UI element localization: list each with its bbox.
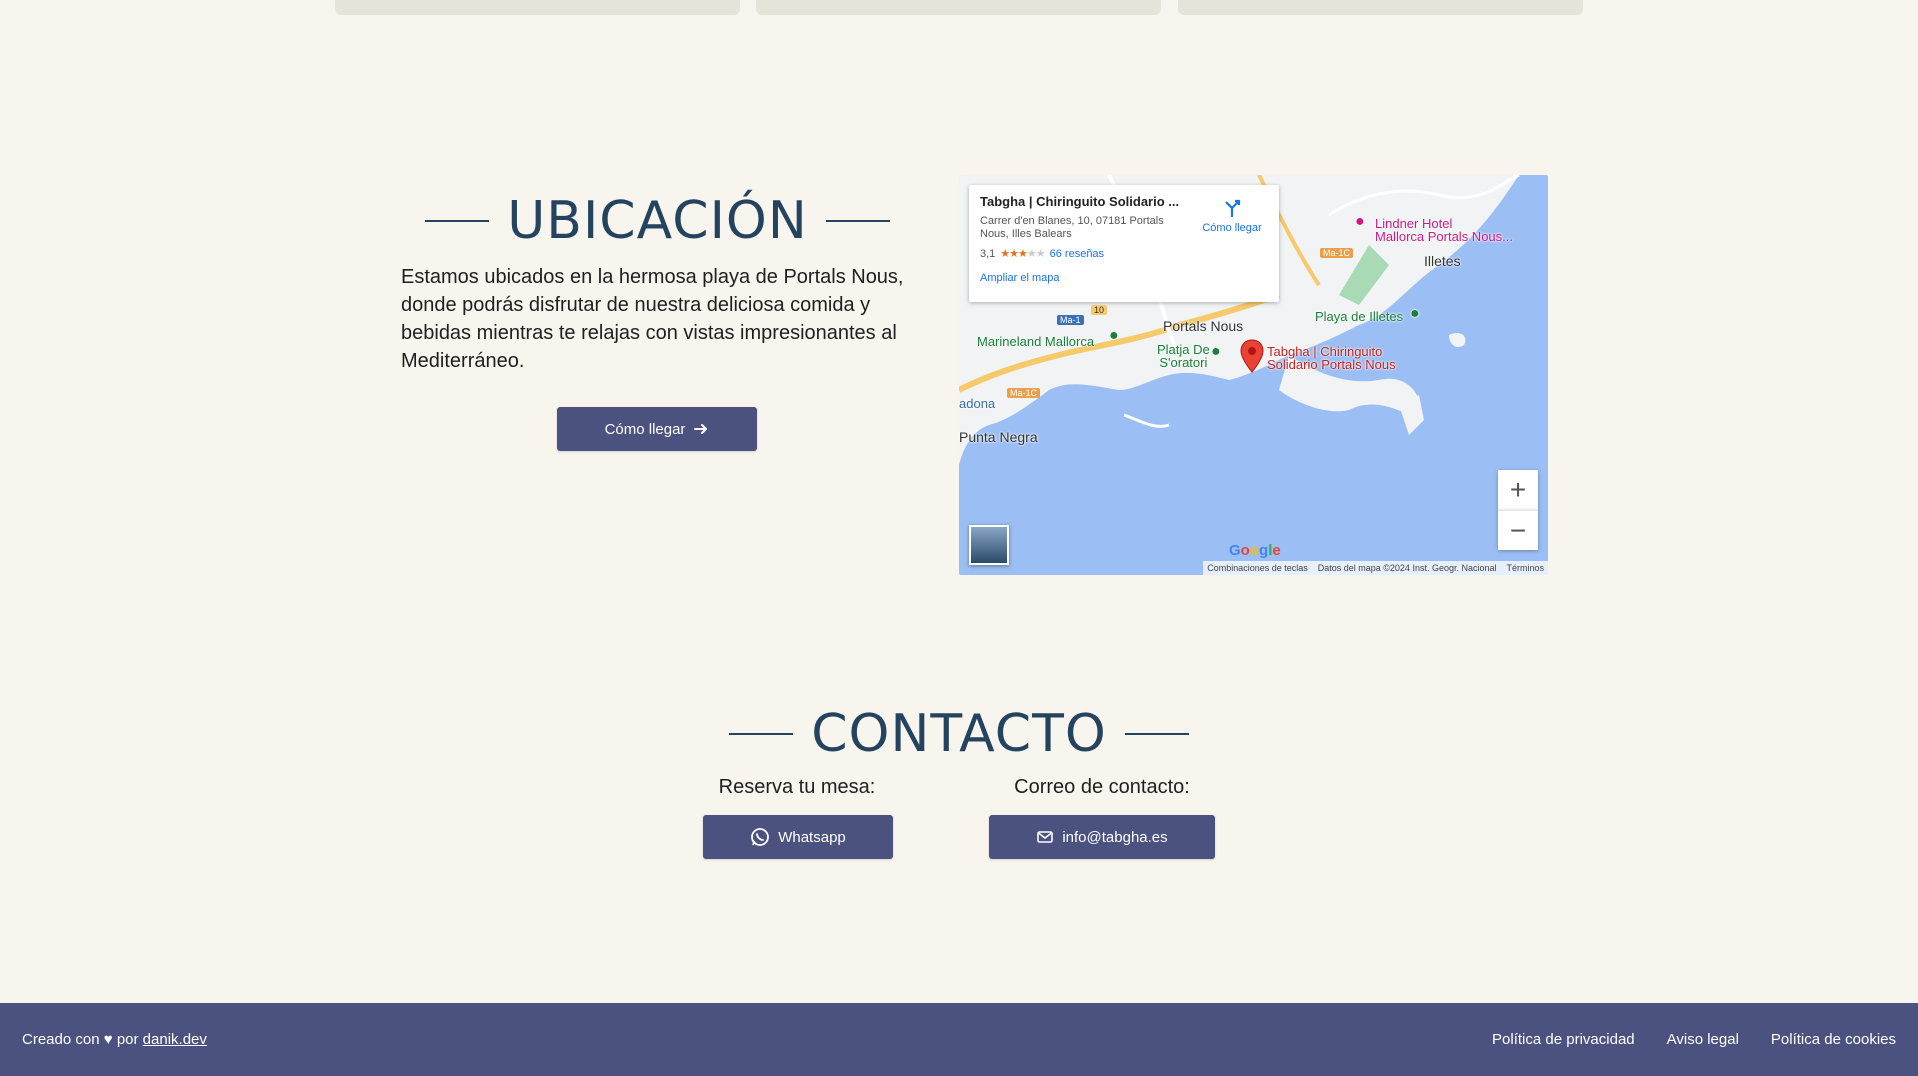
google-logo: Google bbox=[1229, 542, 1281, 559]
email-label: Correo de contacto: bbox=[1014, 776, 1190, 798]
como-llegar-button[interactable]: Cómo llegar bbox=[557, 407, 757, 451]
whatsapp-icon bbox=[750, 827, 770, 847]
contacto-heading: CONTACTO bbox=[659, 708, 1259, 760]
heading-line-right bbox=[1124, 733, 1189, 735]
star-rating-icon: ★★★★★ bbox=[1000, 248, 1045, 260]
road-10: 10 bbox=[1091, 305, 1108, 315]
label-platja-oratori: Platja De S'oratori bbox=[1157, 342, 1210, 370]
label-tabgha: Tabgha | Chiringuito Solidario Portals No… bbox=[1267, 344, 1396, 372]
ubicacion-title: UBICACIÓN bbox=[507, 191, 808, 251]
label-portals-nous: Portals Nous bbox=[1163, 318, 1244, 334]
place-info-card: Tabgha | Chiringuito Solidario ... Carre… bbox=[969, 185, 1279, 302]
heading-line-left bbox=[729, 733, 794, 735]
created-with-text: Creado con bbox=[22, 1031, 100, 1048]
pin-beach-icon: ● bbox=[1211, 343, 1221, 360]
location-pin-icon[interactable] bbox=[1240, 339, 1264, 373]
arrow-right-icon bbox=[693, 421, 709, 437]
email-button-label: info@tabgha.es bbox=[1062, 828, 1168, 846]
map-terms-link[interactable]: Términos bbox=[1506, 563, 1544, 573]
google-map[interactable]: Tabgha | Chiringuito Solidario ... Carre… bbox=[959, 175, 1548, 575]
hotel-icon: ● bbox=[1355, 213, 1365, 230]
zoom-out-button[interactable]: − bbox=[1498, 510, 1538, 550]
rating-value: 3,1 bbox=[980, 247, 996, 260]
map-directions-label: Cómo llegar bbox=[1202, 222, 1262, 234]
footer-credits: Creado con ♥ por danik.dev bbox=[22, 1031, 207, 1048]
enlarge-map-link[interactable]: Ampliar el mapa bbox=[980, 272, 1268, 284]
footer: Creado con ♥ por danik.dev Política de p… bbox=[0, 1003, 1918, 1076]
place-rating: 3,1 ★★★★★ 66 reseñas bbox=[980, 247, 1268, 261]
label-playa-illetes: Playa de Illetes bbox=[1315, 309, 1404, 324]
ubicacion-description: Estamos ubicados en la hermosa playa de … bbox=[401, 266, 904, 372]
card-bottom-edge bbox=[335, 0, 740, 15]
whatsapp-label: Whatsapp bbox=[778, 828, 846, 846]
pin-park-icon: ● bbox=[1109, 327, 1119, 344]
cookies-policy-link[interactable]: Política de cookies bbox=[1771, 1031, 1896, 1048]
place-name: Tabgha | Chiringuito Solidario ... bbox=[980, 194, 1180, 209]
map-directions-button[interactable]: Cómo llegar bbox=[1197, 197, 1267, 234]
legal-notice-link[interactable]: Aviso legal bbox=[1667, 1031, 1739, 1048]
road-ma1c: Ma-1C bbox=[1007, 388, 1041, 398]
road-ma1c: Ma-1C bbox=[1320, 248, 1354, 258]
email-button[interactable]: info@tabgha.es bbox=[989, 815, 1215, 859]
map-data-credit: Datos del mapa ©2024 Inst. Geogr. Nacion… bbox=[1317, 563, 1497, 573]
reviews-link[interactable]: 66 reseñas bbox=[1050, 248, 1104, 260]
label-adona: adona bbox=[959, 396, 996, 411]
whatsapp-button[interactable]: Whatsapp bbox=[703, 815, 893, 859]
keyboard-shortcuts-link[interactable]: Combinaciones de teclas bbox=[1207, 563, 1308, 573]
card-bottom-edge bbox=[1178, 0, 1583, 15]
directions-icon bbox=[1225, 199, 1241, 217]
label-marineland: Marineland Mallorca bbox=[977, 334, 1095, 349]
road-ma1: Ma-1 bbox=[1057, 315, 1084, 325]
heart-icon: ♥ bbox=[103, 1031, 113, 1048]
contacto-title: CONTACTO bbox=[811, 704, 1107, 764]
author-link[interactable]: danik.dev bbox=[143, 1031, 207, 1048]
label-lindner: Lindner Hotel Mallorca Portals Nous... bbox=[1375, 216, 1513, 244]
privacy-policy-link[interactable]: Política de privacidad bbox=[1492, 1031, 1635, 1048]
by-text: por bbox=[116, 1031, 139, 1048]
footer-links: Política de privacidad Aviso legal Polít… bbox=[1492, 1031, 1896, 1048]
map-attribution: Combinaciones de teclas Datos del mapa ©… bbox=[1203, 561, 1548, 575]
como-llegar-label: Cómo llegar bbox=[604, 420, 686, 438]
satellite-layer-toggle[interactable] bbox=[969, 525, 1009, 565]
zoom-in-button[interactable]: + bbox=[1498, 470, 1538, 510]
pin-beach-icon: ● bbox=[1410, 305, 1420, 322]
reserve-label: Reserva tu mesa: bbox=[718, 776, 876, 798]
place-address: Carrer d'en Blanes, 10, 07181 Portals No… bbox=[980, 215, 1164, 240]
card-bottom-edge bbox=[756, 0, 1161, 15]
mail-icon bbox=[1036, 828, 1054, 846]
label-punta-negra: Punta Negra bbox=[959, 429, 1038, 445]
label-illetes: Illetes bbox=[1424, 253, 1461, 269]
ubicacion-heading: UBICACIÓN bbox=[405, 195, 910, 247]
heading-line-left bbox=[425, 220, 490, 222]
heading-line-right bbox=[825, 220, 890, 222]
